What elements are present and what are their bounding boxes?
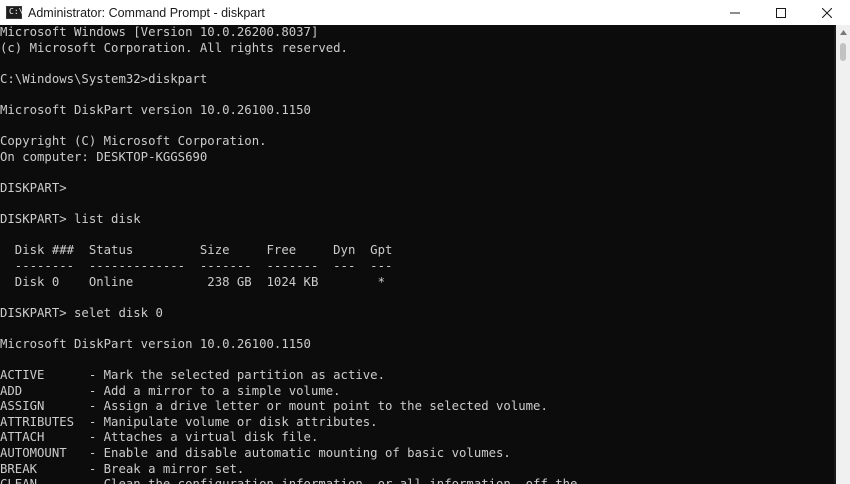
console-line: Disk ### Status Size Free Dyn Gpt	[0, 243, 393, 258]
console-line: ASSIGN - Assign a drive letter or mount …	[0, 399, 548, 414]
maximize-button[interactable]	[758, 0, 804, 25]
console-line: Microsoft DiskPart version 10.0.26100.11…	[0, 102, 311, 117]
scroll-up-button[interactable]	[836, 25, 850, 39]
command-prompt-window: C:\ Administrator: Command Prompt - disk…	[0, 0, 850, 484]
console-line: ATTACH - Attaches a virtual disk file.	[0, 430, 319, 445]
minimize-icon	[730, 12, 740, 13]
scroll-thumb[interactable]	[840, 43, 846, 61]
vertical-scrollbar[interactable]	[836, 25, 850, 484]
console-line: ATTRIBUTES - Manipulate volume or disk a…	[0, 414, 378, 429]
window-title: Administrator: Command Prompt - diskpart	[28, 5, 265, 20]
console-line: C:\Windows\System32>diskpart	[0, 71, 208, 86]
console-line: -------- ------------- ------- ------- -…	[0, 258, 393, 273]
cmd-app-icon: C:\	[6, 6, 24, 19]
console-line: Microsoft Windows [Version 10.0.26200.80…	[0, 25, 319, 39]
console-line: AUTOMOUNT - Enable and disable automatic…	[0, 446, 511, 461]
console-line: BREAK - Break a mirror set.	[0, 461, 245, 476]
console-line: ACTIVE - Mark the selected partition as …	[0, 368, 385, 383]
console-output[interactable]: Microsoft Windows [Version 10.0.26200.80…	[0, 25, 834, 484]
close-button[interactable]	[804, 0, 850, 25]
title-bar[interactable]: C:\ Administrator: Command Prompt - disk…	[0, 0, 850, 25]
console-line: (c) Microsoft Corporation. All rights re…	[0, 40, 348, 55]
window-controls	[712, 0, 850, 25]
scroll-up-arrow-icon	[839, 29, 847, 35]
minimize-button[interactable]	[712, 0, 758, 25]
console-line: CLEAN - Clean the configuration informat…	[0, 477, 834, 484]
console-line: DISKPART> list disk	[0, 212, 141, 227]
cmd-icon-glyph: C:\	[9, 7, 24, 16]
console-line: DISKPART>	[0, 180, 67, 195]
console-line: Copyright (C) Microsoft Corporation.	[0, 134, 267, 149]
console-line: DISKPART> selet disk 0	[0, 305, 163, 320]
maximize-icon	[776, 7, 786, 18]
console-line: On computer: DESKTOP-KGGS690	[0, 149, 208, 164]
console-line: Microsoft DiskPart version 10.0.26100.11…	[0, 336, 311, 351]
close-icon	[822, 7, 832, 18]
console-line: Disk 0 Online 238 GB 1024 KB *	[0, 274, 385, 289]
console-line: ADD - Add a mirror to a simple volume.	[0, 383, 341, 398]
